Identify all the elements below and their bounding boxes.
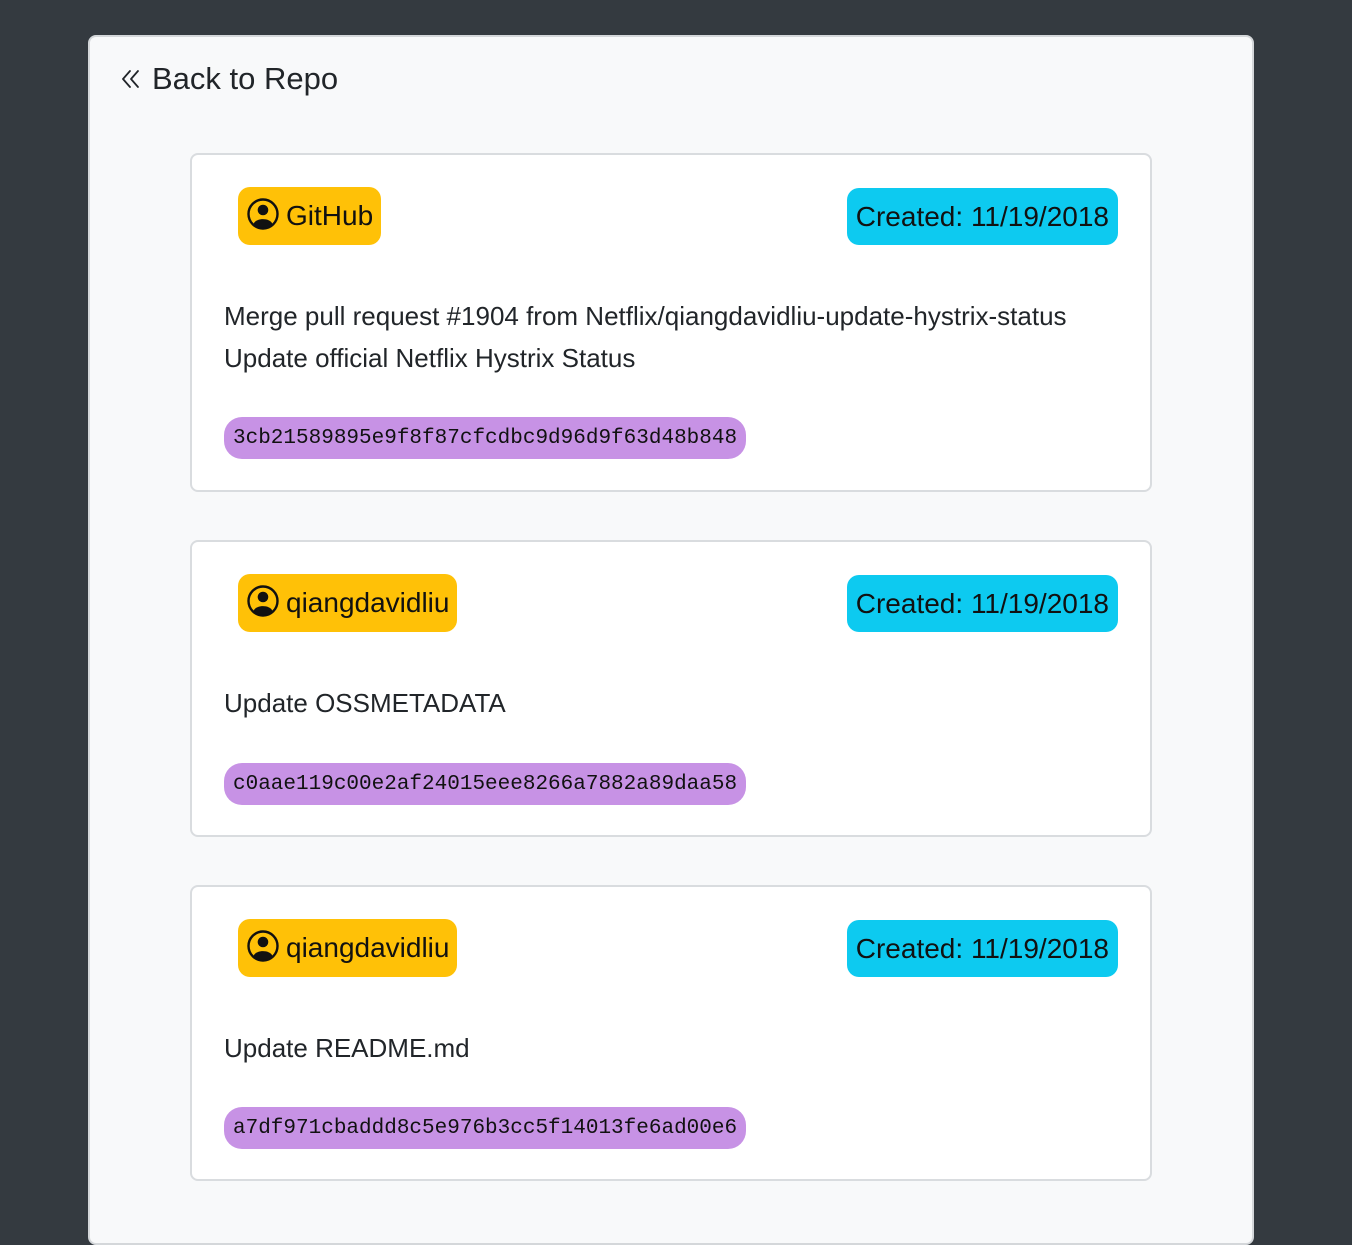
author-name: qiangdavidliu: [286, 587, 450, 618]
created-date-badge: Created: 11/19/2018: [846, 575, 1118, 632]
commit-list: GitHub Created: 11/19/2018 Merge pull re…: [190, 153, 1152, 1229]
commit-sha-badge[interactable]: a7df971cbaddd8c5e976b3cc5f14013fe6ad00e6: [224, 1107, 747, 1149]
commit-sha-badge[interactable]: 3cb21589895e9f8f87cfcdbc9d96d9f63d48b848: [224, 417, 747, 459]
commit-message: Update README.md: [224, 1033, 470, 1063]
chevron-double-left-icon: [120, 68, 142, 90]
commit-card: GitHub Created: 11/19/2018 Merge pull re…: [190, 153, 1152, 492]
commit-sha-badge[interactable]: c0aae119c00e2af24015eee8266a7882a89daa58: [224, 763, 747, 805]
person-circle-icon: [246, 584, 280, 623]
back-to-repo-link[interactable]: Back to Repo: [120, 61, 338, 97]
commit-card: qiangdavidliu Created: 11/19/2018 Update…: [190, 540, 1152, 837]
created-date-badge: Created: 11/19/2018: [846, 920, 1118, 977]
commit-card: qiangdavidliu Created: 11/19/2018 Update…: [190, 885, 1152, 1181]
author-name: qiangdavidliu: [286, 932, 450, 963]
author-name: GitHub: [286, 200, 374, 231]
author-badge[interactable]: GitHub: [238, 187, 382, 245]
person-circle-icon: [246, 929, 280, 968]
commit-message: Update OSSMETADATA: [224, 688, 506, 718]
created-date-badge: Created: 11/19/2018: [846, 188, 1118, 245]
commit-message: Merge pull request #1904 from Netflix/qi…: [224, 301, 1067, 373]
author-badge[interactable]: qiangdavidliu: [238, 574, 458, 632]
back-to-repo-label: Back to Repo: [152, 61, 339, 96]
author-badge[interactable]: qiangdavidliu: [238, 919, 458, 977]
person-circle-icon: [246, 197, 280, 236]
commits-panel: Back to Repo GitHub Created: 11/19/2018 …: [88, 35, 1254, 1245]
